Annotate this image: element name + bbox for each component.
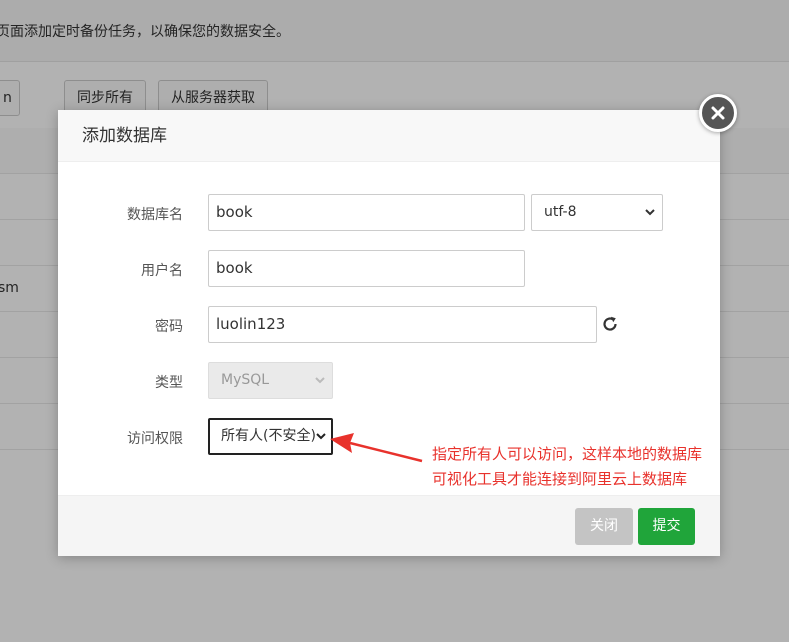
- annotation-note: 指定所有人可以访问，这样本地的数据库可视化工具才能连接到阿里云上数据库: [432, 445, 703, 488]
- annotation-arrow-icon: [330, 433, 423, 463]
